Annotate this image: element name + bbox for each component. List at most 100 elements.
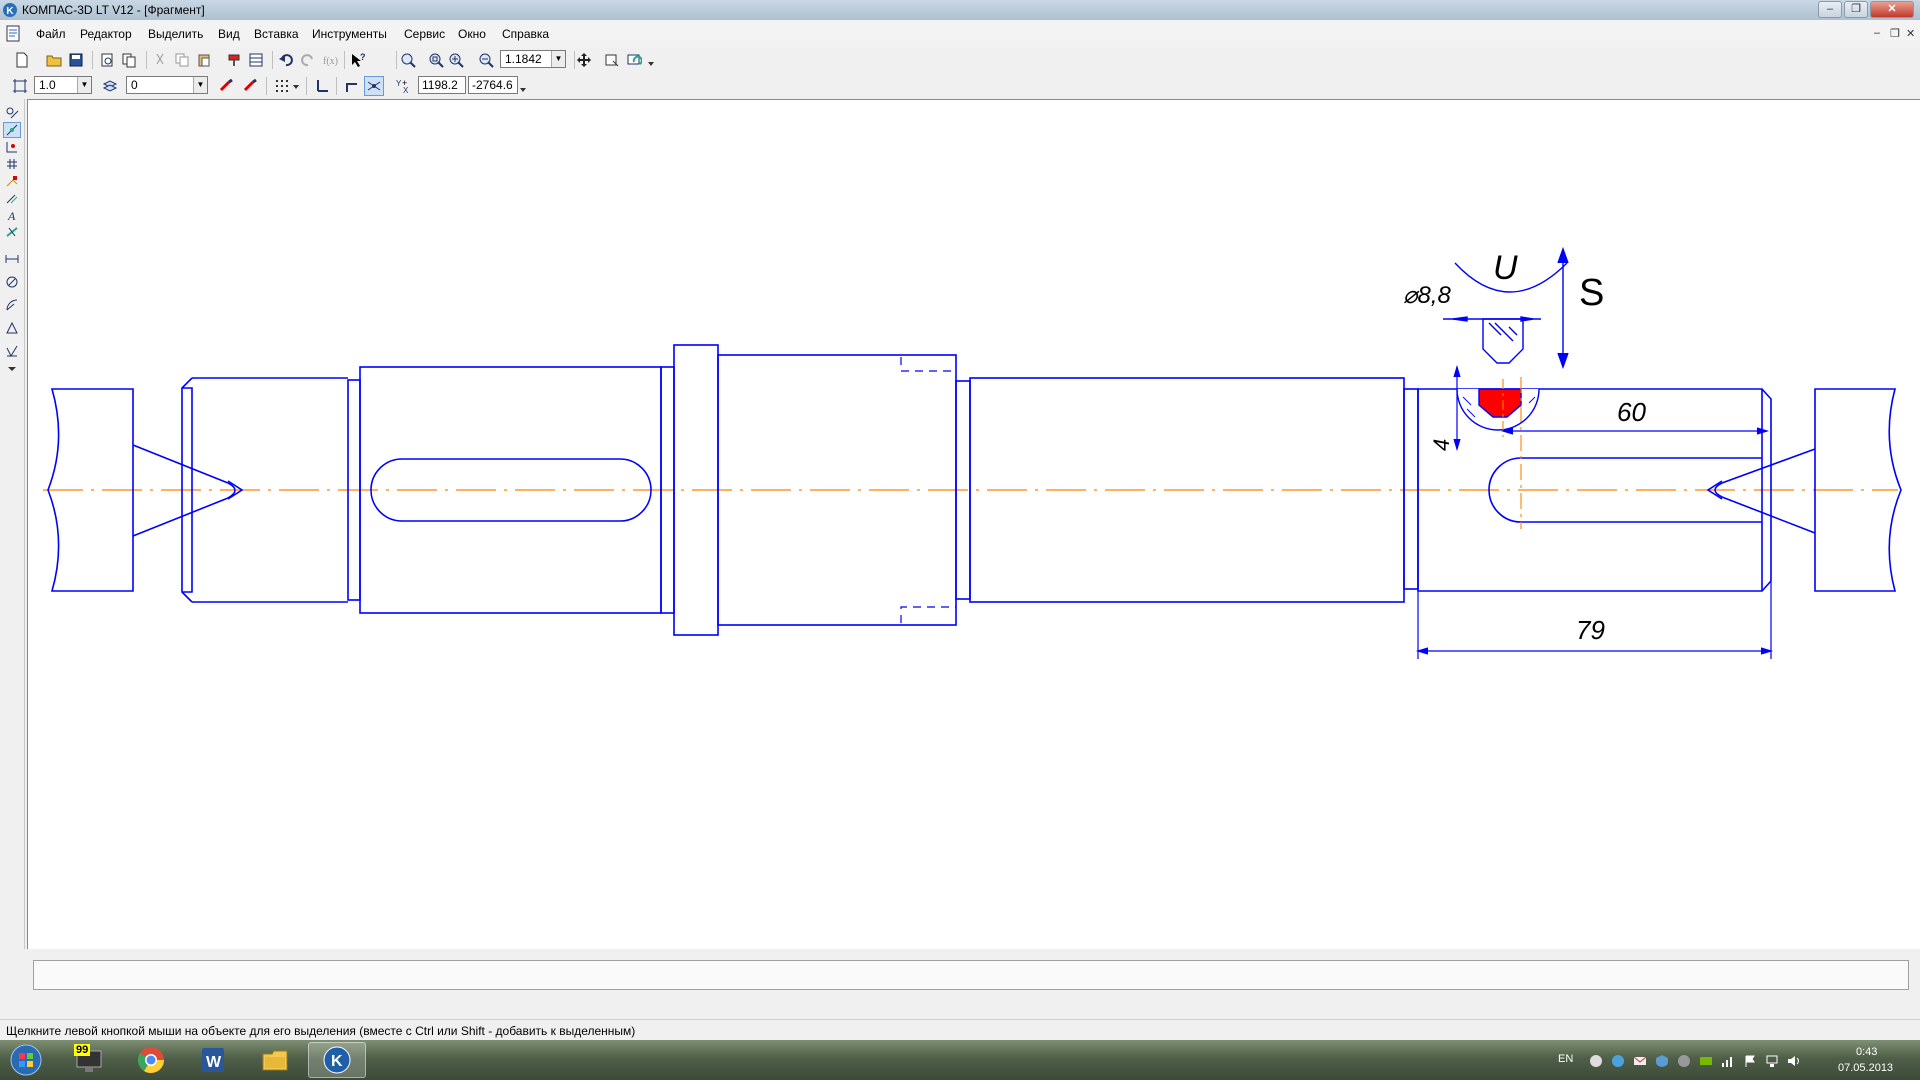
- label-s[interactable]: S: [1579, 272, 1604, 314]
- parametrization-icon[interactable]: [3, 139, 21, 155]
- toolbar-overflow-icon[interactable]: [518, 76, 528, 96]
- paste-icon[interactable]: [194, 50, 214, 70]
- menu-view[interactable]: Вид: [218, 27, 240, 41]
- help-pointer-icon[interactable]: ?: [348, 50, 368, 70]
- taskbar-chrome-icon[interactable]: [122, 1042, 180, 1078]
- volume-icon[interactable]: [1786, 1053, 1802, 1069]
- nvidia-icon[interactable]: [1698, 1053, 1714, 1069]
- mdi-minimize-button[interactable]: –: [1874, 27, 1880, 39]
- select-tool-icon[interactable]: [3, 190, 21, 206]
- dimensions-icon[interactable]: [3, 251, 21, 267]
- menu-file[interactable]: Файл: [36, 27, 66, 41]
- coord-x-field[interactable]: 1198.2: [418, 76, 466, 94]
- drawing-canvas[interactable]: ⌀8,8 U S 4 60 79: [27, 99, 1920, 949]
- clock-date[interactable]: 07.05.2013: [1838, 1062, 1893, 1074]
- snap-magnet-icon[interactable]: [240, 76, 260, 96]
- coord-y-field[interactable]: -2764.6: [468, 76, 518, 94]
- properties-magnet-icon[interactable]: [216, 76, 236, 96]
- mail-icon[interactable]: [1632, 1053, 1648, 1069]
- menu-tools[interactable]: Инструменты: [312, 27, 387, 41]
- text-tool-icon[interactable]: A: [3, 207, 21, 223]
- toolbar-overflow-icon[interactable]: [646, 50, 656, 70]
- dimension-60[interactable]: 60: [1617, 397, 1646, 427]
- snap-mode-icon[interactable]: [364, 76, 384, 96]
- edit-tools-icon[interactable]: [3, 122, 21, 138]
- hatch-icon[interactable]: [3, 156, 21, 172]
- dimension-diameter[interactable]: ⌀8,8: [1403, 282, 1451, 309]
- zoom-in-icon[interactable]: [446, 50, 466, 70]
- menu-editor[interactable]: Редактор: [80, 27, 132, 41]
- network-app-icon[interactable]: [1610, 1053, 1626, 1069]
- local-cs-icon[interactable]: [312, 76, 332, 96]
- copy-properties-icon[interactable]: [119, 50, 139, 70]
- designations-icon[interactable]: [3, 274, 21, 290]
- arc-tool-icon[interactable]: [3, 297, 21, 313]
- grid-dropdown-icon[interactable]: [290, 76, 302, 96]
- copy-icon[interactable]: [172, 50, 192, 70]
- toolbar-separator: [306, 77, 307, 95]
- zoom-scale-icon[interactable]: [476, 50, 496, 70]
- zoom-window-icon[interactable]: [426, 50, 446, 70]
- roughness-tool-icon[interactable]: [3, 343, 21, 359]
- steam-icon[interactable]: [1588, 1053, 1604, 1069]
- menu-service[interactable]: Сервис: [404, 27, 445, 41]
- spec-tool-icon[interactable]: [3, 224, 21, 240]
- roughness-symbol-u[interactable]: U: [1493, 249, 1518, 287]
- taskbar-kompas-icon[interactable]: K: [308, 1042, 366, 1078]
- network-icon[interactable]: [1764, 1053, 1780, 1069]
- ortho-mode-icon[interactable]: [342, 76, 362, 96]
- start-button[interactable]: [2, 1042, 50, 1078]
- menu-select[interactable]: Выделить: [148, 27, 203, 41]
- properties-panel-field[interactable]: [33, 960, 1909, 990]
- grid-icon[interactable]: [272, 76, 292, 96]
- restore-button[interactable]: ❐: [1844, 1, 1868, 18]
- language-indicator[interactable]: EN: [1558, 1053, 1573, 1065]
- chevron-down-icon[interactable]: ▼: [193, 77, 207, 93]
- panel-overflow-icon[interactable]: [3, 365, 21, 373]
- geometry-icon[interactable]: [3, 105, 21, 121]
- pan-icon[interactable]: [574, 50, 594, 70]
- chevron-down-icon[interactable]: ▼: [77, 77, 91, 93]
- svg-text:+: +: [402, 78, 407, 88]
- zoom-all-icon[interactable]: [398, 50, 418, 70]
- new-document-icon[interactable]: [12, 50, 32, 70]
- taskbar-explorer-icon[interactable]: [246, 1042, 304, 1078]
- menu-help[interactable]: Справка: [502, 27, 549, 41]
- mdi-close-button[interactable]: ✕: [1906, 27, 1915, 40]
- document-menu-icon[interactable]: [5, 25, 22, 42]
- chevron-down-icon[interactable]: ▼: [551, 51, 565, 67]
- flag-icon[interactable]: [1742, 1053, 1758, 1069]
- mdi-restore-button[interactable]: ❐: [1890, 27, 1900, 40]
- spec-table-icon[interactable]: [246, 50, 266, 70]
- triangle-tool-icon[interactable]: [3, 320, 21, 336]
- save-icon[interactable]: [66, 50, 86, 70]
- redo-icon[interactable]: [298, 50, 318, 70]
- menu-insert[interactable]: Вставка: [254, 27, 299, 41]
- print-preview-icon[interactable]: [97, 50, 117, 70]
- title-bar: K КОМПАС-3D LT V12 - [Фрагмент] – ❐ ✕: [0, 0, 1920, 20]
- open-folder-icon[interactable]: [44, 50, 64, 70]
- minimize-button[interactable]: –: [1818, 1, 1842, 18]
- utility-icon[interactable]: [1676, 1053, 1692, 1069]
- dimension-depth[interactable]: 4: [1429, 439, 1454, 451]
- format-painter-icon[interactable]: [224, 50, 244, 70]
- layers-icon[interactable]: [100, 76, 120, 96]
- undo-icon[interactable]: [276, 50, 296, 70]
- taskbar-word-icon[interactable]: W: [184, 1042, 242, 1078]
- layer-combo[interactable]: 0 ▼: [126, 76, 208, 94]
- menu-window[interactable]: Окно: [458, 27, 486, 41]
- function-icon[interactable]: f(x): [320, 50, 340, 70]
- grid-step-icon[interactable]: [10, 76, 30, 96]
- step-combo[interactable]: 1.0 ▼: [34, 76, 92, 94]
- measure-icon[interactable]: [3, 173, 21, 189]
- signal-icon[interactable]: [1720, 1053, 1736, 1069]
- zoom-combo[interactable]: 1.1842 ▼: [500, 50, 566, 68]
- cut-icon[interactable]: [150, 50, 170, 70]
- previous-view-icon[interactable]: [624, 50, 644, 70]
- antivirus-icon[interactable]: [1654, 1053, 1670, 1069]
- taskbar-monitor-app[interactable]: 99: [60, 1042, 118, 1078]
- clock-time[interactable]: 0:43: [1856, 1046, 1877, 1058]
- refresh-view-icon[interactable]: [602, 50, 622, 70]
- dimension-79[interactable]: 79: [1576, 615, 1605, 645]
- close-button[interactable]: ✕: [1870, 1, 1914, 18]
